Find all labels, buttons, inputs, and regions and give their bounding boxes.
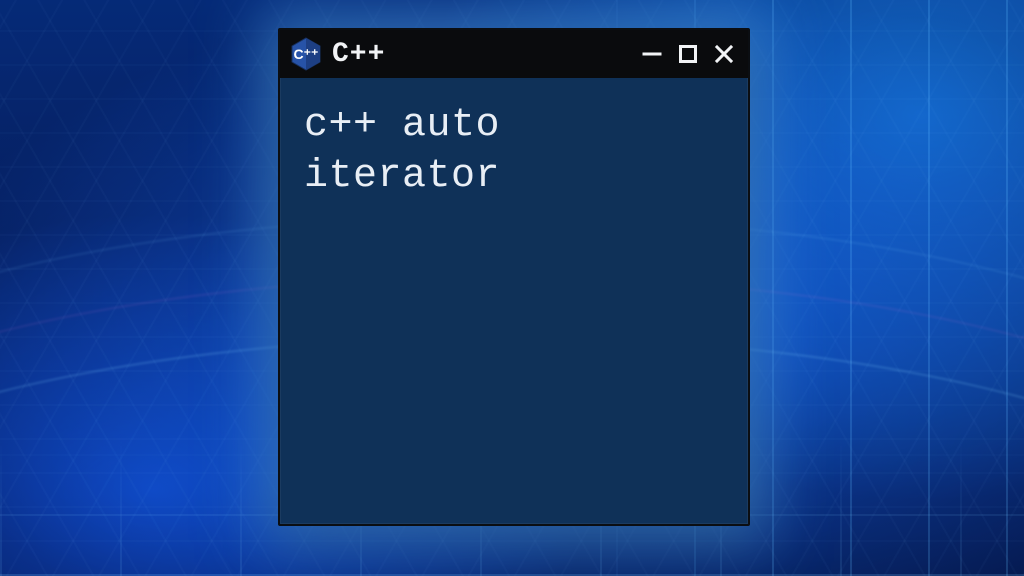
close-icon bbox=[713, 43, 735, 65]
cpp-hex-icon: C⁺⁺ bbox=[290, 36, 322, 72]
svg-text:C⁺⁺: C⁺⁺ bbox=[294, 46, 319, 62]
window-controls bbox=[638, 38, 738, 70]
minimize-button[interactable] bbox=[638, 38, 666, 70]
window-title: C++ bbox=[332, 39, 385, 70]
minimize-icon bbox=[641, 43, 663, 65]
terminal-window: C⁺⁺ C++ c++ auto iterato bbox=[278, 28, 750, 526]
maximize-button[interactable] bbox=[674, 38, 702, 70]
titlebar[interactable]: C⁺⁺ C++ bbox=[280, 30, 748, 78]
terminal-content: c++ auto iterator bbox=[280, 78, 748, 524]
close-button[interactable] bbox=[710, 38, 738, 70]
maximize-icon bbox=[677, 43, 699, 65]
